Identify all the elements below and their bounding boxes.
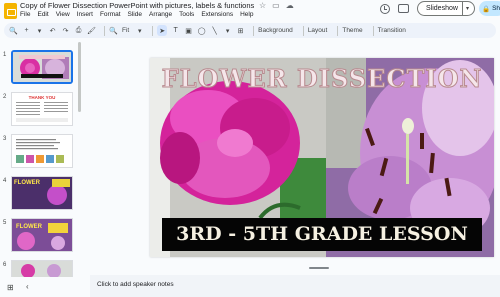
star-icon[interactable]: ☆ <box>259 1 266 10</box>
comments-icon[interactable] <box>398 4 409 13</box>
menu-help[interactable]: Help <box>240 11 253 18</box>
grid-view-icon[interactable]: ⊞ <box>7 283 14 292</box>
search-menus-icon[interactable]: 🔍 <box>9 25 18 36</box>
slideshow-dropdown-icon[interactable]: ▾ <box>463 5 469 12</box>
toolbar-divider <box>372 25 374 36</box>
zoom-icon[interactable]: 🔍 <box>109 25 118 36</box>
slideshow-label[interactable]: Slideshow <box>418 5 462 12</box>
print-icon[interactable]: ⎙ <box>74 25 83 36</box>
lock-icon: 🔒 <box>482 5 491 13</box>
background-button[interactable]: Background <box>258 27 293 34</box>
toolbar: 🔍 + ▾ ↶ ↷ ⎙ 🖌 🔍 Fit ▾ ➤ T ▣ ◯ ╲ ▾ ⊞ Back… <box>4 23 496 38</box>
move-to-folder-icon[interactable]: ▭ <box>272 1 280 10</box>
new-slide-dropdown-icon[interactable]: ▾ <box>35 25 44 36</box>
slide-number: 3 <box>3 136 7 142</box>
share-button[interactable]: 🔒 Sh <box>479 1 500 16</box>
transition-button[interactable]: Transition <box>378 27 406 34</box>
slide-number: 2 <box>3 94 7 100</box>
bottom-controls: ⊞ ‹ <box>0 277 90 297</box>
slide-subtitle[interactable]: 3RD - 5TH GRADE LESSON <box>162 223 482 245</box>
menu-extensions[interactable]: Extensions <box>201 11 233 18</box>
menu-bar: File Edit View Insert Format Slide Arran… <box>20 11 253 18</box>
share-label: Sh <box>492 5 500 12</box>
thumbnail-text: FLOWER <box>14 180 40 186</box>
slide-1-preview <box>13 52 71 82</box>
line-icon[interactable]: ╲ <box>210 25 219 36</box>
slides-logo-icon[interactable] <box>4 3 17 19</box>
slide-thumbnail-6[interactable] <box>11 260 73 277</box>
slide-thumbnail-4[interactable]: FLOWER <box>11 176 73 210</box>
title-icons: ☆ ▭ ☁ <box>259 1 294 10</box>
menu-tools[interactable]: Tools <box>179 11 194 18</box>
filmstrip-scrollbar[interactable] <box>78 42 81 112</box>
version-history-icon[interactable] <box>380 4 390 14</box>
notes-resize-handle[interactable] <box>309 267 329 269</box>
slide-3-preview <box>16 139 64 163</box>
top-bar: Copy of Flower Dissection PowerPoint wit… <box>0 0 500 24</box>
slide-number: 1 <box>3 52 7 58</box>
thumbnail-text: FLOWER <box>16 224 42 230</box>
layout-button[interactable]: Layout <box>308 27 328 34</box>
slide-number: 5 <box>3 220 7 226</box>
speaker-notes-placeholder[interactable]: Click to add speaker notes <box>97 281 174 288</box>
toolbar-divider <box>302 25 304 36</box>
slide-thumbnail-5[interactable]: FLOWER <box>11 218 73 252</box>
menu-slide[interactable]: Slide <box>128 11 142 18</box>
slide-thumbnail-2[interactable]: THANK YOU <box>11 92 73 126</box>
menu-file[interactable]: File <box>20 11 30 18</box>
current-slide[interactable]: FLOWER DISSECTION 3RD - 5TH GRADE LESSON <box>150 58 494 257</box>
redo-icon[interactable]: ↷ <box>61 25 70 36</box>
line-dropdown-icon[interactable]: ▾ <box>223 25 232 36</box>
toolbar-divider <box>253 25 255 36</box>
slide-thumbnail-3[interactable] <box>11 134 73 168</box>
slide-title[interactable]: FLOWER DISSECTION <box>150 64 494 94</box>
zoom-select[interactable]: Fit <box>122 27 129 34</box>
zoom-dropdown-icon[interactable]: ▾ <box>135 25 144 36</box>
toolbar-divider <box>104 25 105 36</box>
document-title[interactable]: Copy of Flower Dissection PowerPoint wit… <box>20 1 254 10</box>
text-box-icon[interactable]: T <box>171 25 180 36</box>
menu-arrange[interactable]: Arrange <box>149 11 172 18</box>
shape-icon[interactable]: ◯ <box>197 25 206 36</box>
toolbar-divider <box>152 25 154 36</box>
add-comment-icon[interactable]: ⊞ <box>236 25 245 36</box>
menu-format[interactable]: Format <box>100 11 121 18</box>
undo-icon[interactable]: ↶ <box>48 25 57 36</box>
slide-number: 6 <box>3 262 7 268</box>
select-tool-icon[interactable]: ➤ <box>157 25 168 36</box>
insert-image-icon[interactable]: ▣ <box>184 25 193 36</box>
slide-number: 4 <box>3 178 7 184</box>
collapse-panel-icon[interactable]: ‹ <box>26 282 29 291</box>
menu-view[interactable]: View <box>56 11 70 18</box>
slide-6-preview <box>12 261 72 277</box>
toolbar-divider <box>337 25 339 36</box>
slideshow-button[interactable]: Slideshow ▾ <box>417 1 475 16</box>
speaker-notes-panel[interactable]: Click to add speaker notes <box>90 275 500 297</box>
paint-format-icon[interactable]: 🖌 <box>87 25 96 36</box>
new-slide-icon[interactable]: + <box>22 25 31 36</box>
theme-button[interactable]: Theme <box>342 27 362 34</box>
cloud-saved-icon[interactable]: ☁ <box>286 1 294 10</box>
menu-edit[interactable]: Edit <box>37 11 48 18</box>
slide-thumbnail-1[interactable] <box>11 50 73 84</box>
thumbnail-heading: THANK YOU <box>28 95 56 100</box>
menu-insert[interactable]: Insert <box>77 11 93 18</box>
slide-filmstrip: 1 2 THANK YOU 3 4 FLOWER 5 FLOWER 6 <box>0 40 82 277</box>
